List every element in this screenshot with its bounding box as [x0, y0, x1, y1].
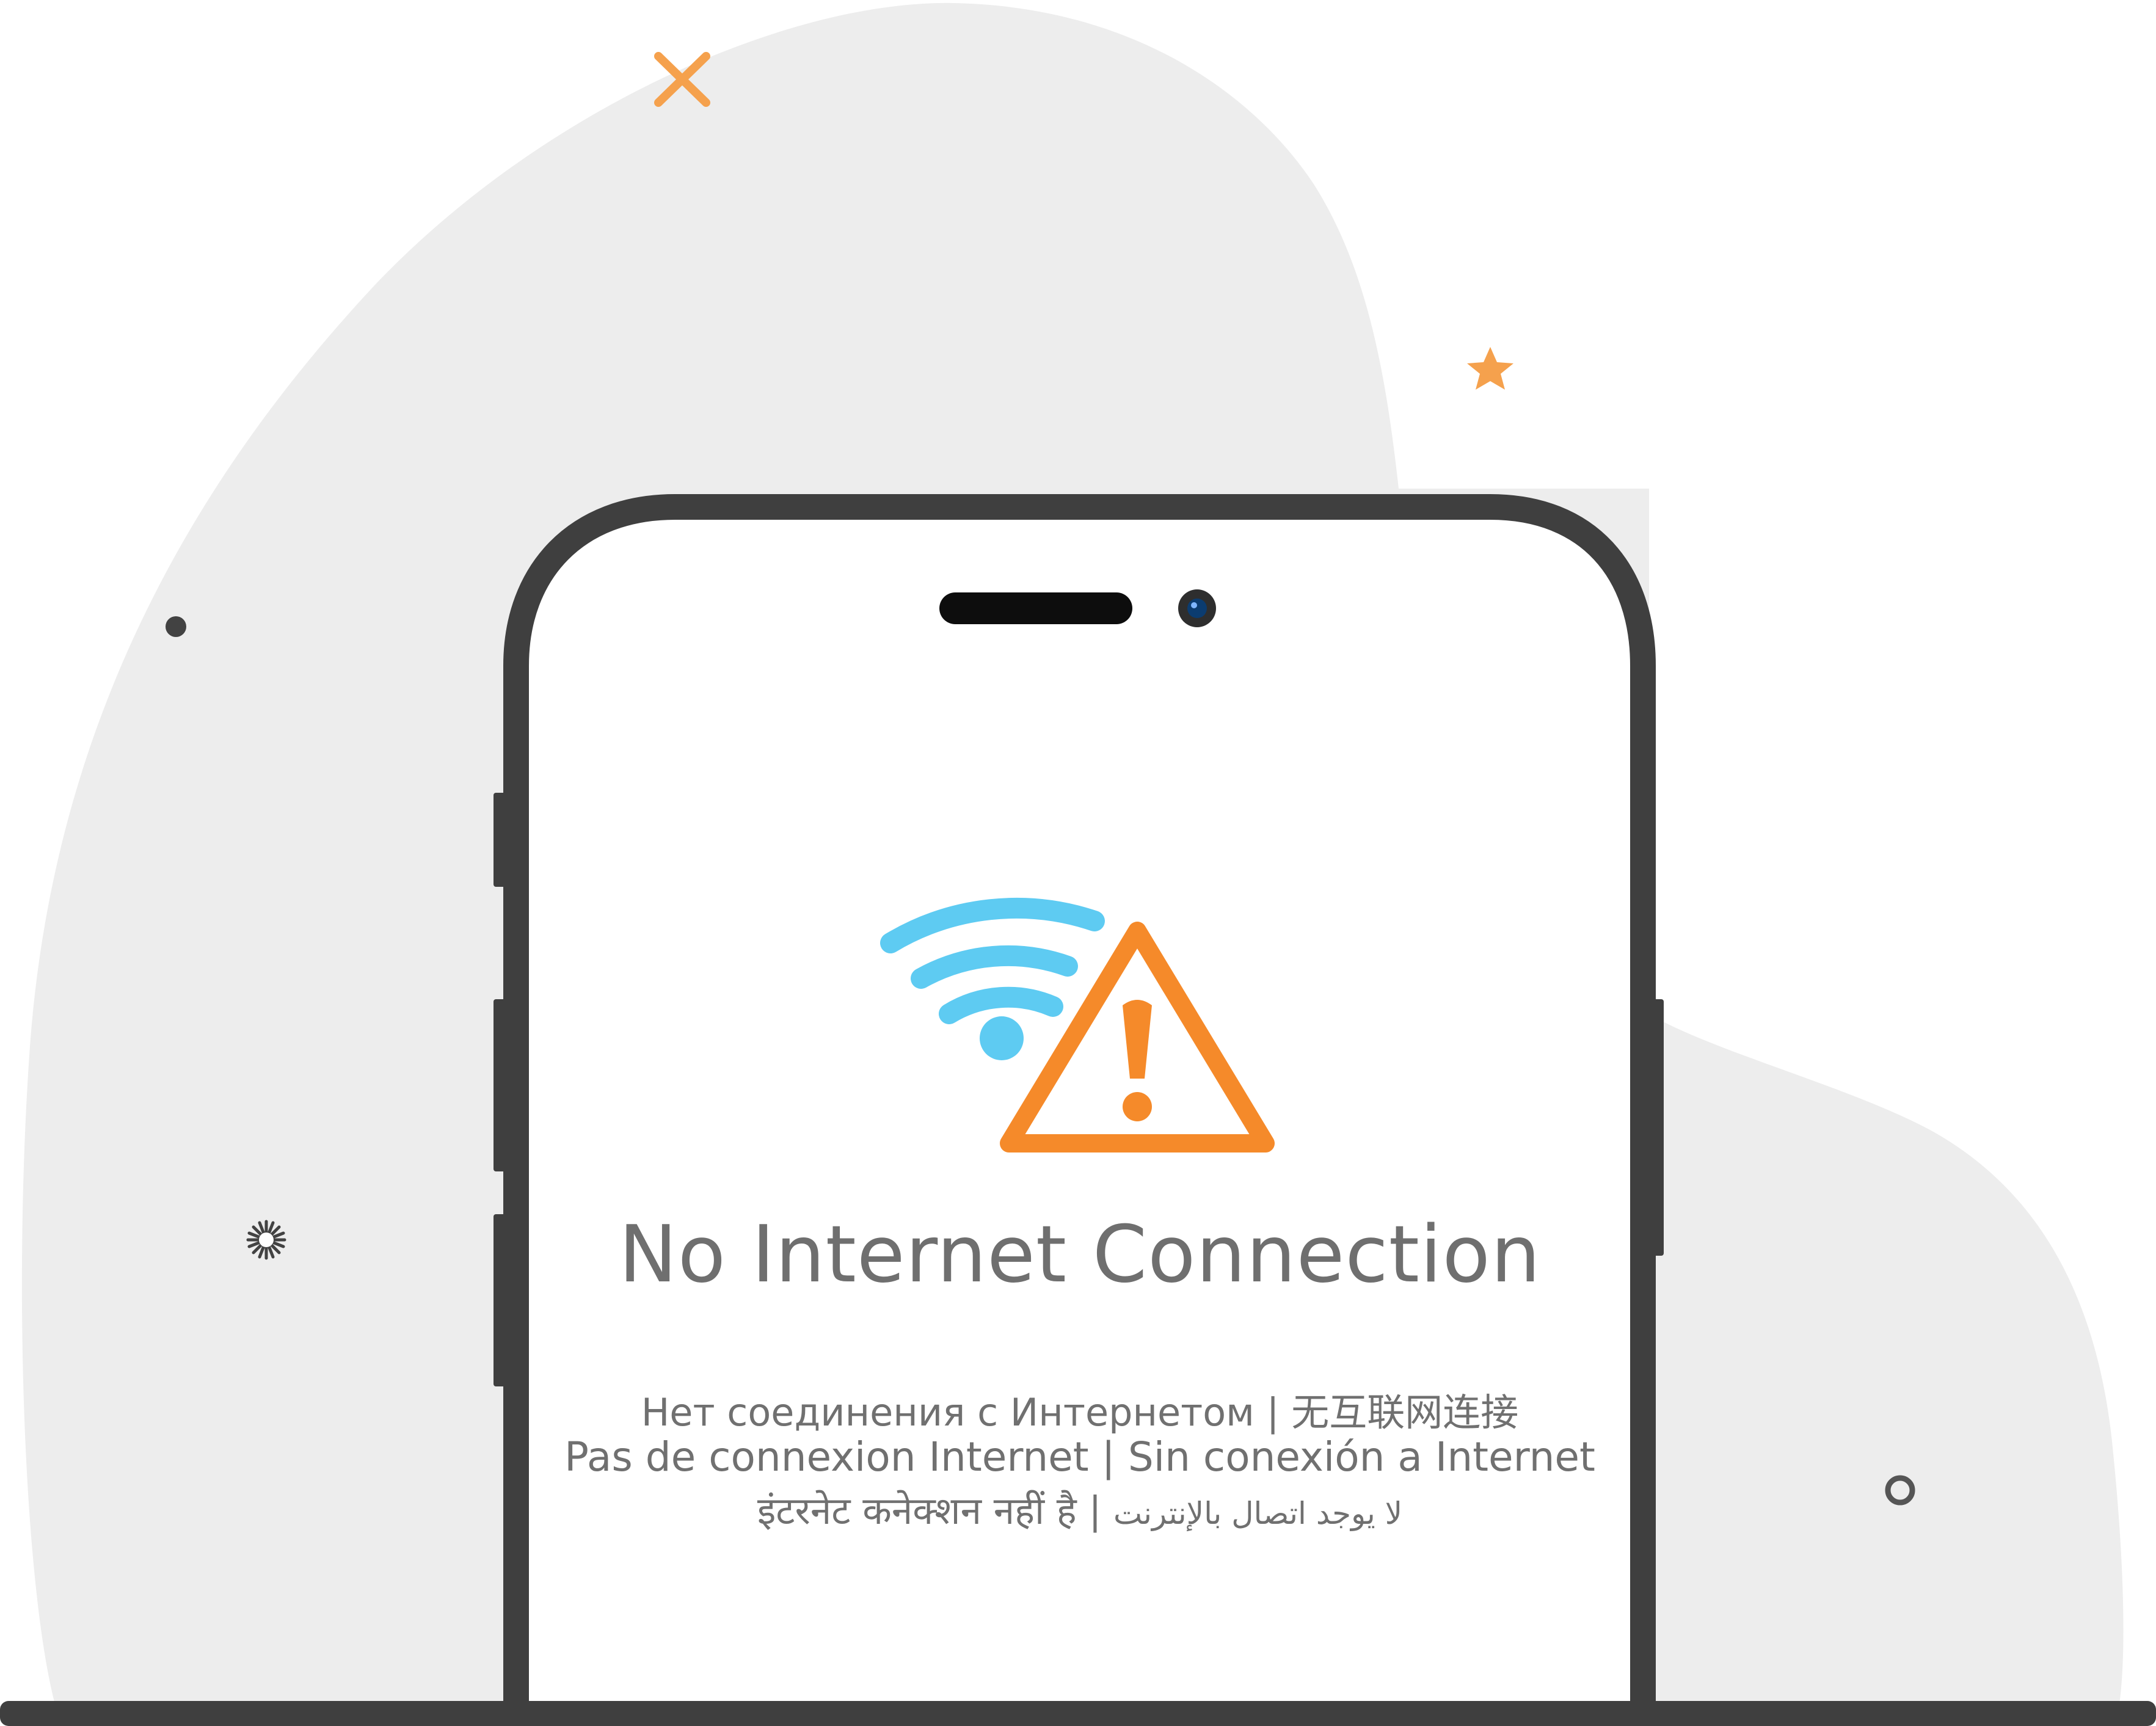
translation-line-1: Нет соединения с Интернетом | 无互联网连接	[529, 1382, 1631, 1437]
phone-screen: No Internet Connection Нет соединения с …	[529, 519, 1631, 1698]
star-icon	[1467, 347, 1513, 390]
hindi-text: इंटरनेट कनेक्शन नहीं है	[757, 1488, 1077, 1533]
translation-line-3: इंटरनेट कनेक्शन नहीं है | لا يوجد اتصال …	[529, 1484, 1631, 1535]
dot-icon	[166, 616, 186, 637]
ground-line	[0, 1701, 2156, 1726]
translation-line-2: Pas de connexion Internet | Sin conexión…	[529, 1433, 1631, 1480]
spanish-text: Sin conexión a Internet	[1127, 1433, 1595, 1480]
french-text: Pas de connexion Internet	[564, 1433, 1089, 1480]
arabic-text: لا يوجد اتصال بالإنترنت	[1113, 1496, 1403, 1531]
chinese-text: 无互联网连接	[1291, 1390, 1519, 1435]
separator: |	[1101, 1433, 1115, 1480]
page-title: No Internet Connection	[619, 1209, 1541, 1300]
separator: |	[1266, 1390, 1280, 1435]
russian-text: Нет соединения с Интернетом	[641, 1390, 1255, 1435]
separator: |	[1088, 1488, 1102, 1533]
